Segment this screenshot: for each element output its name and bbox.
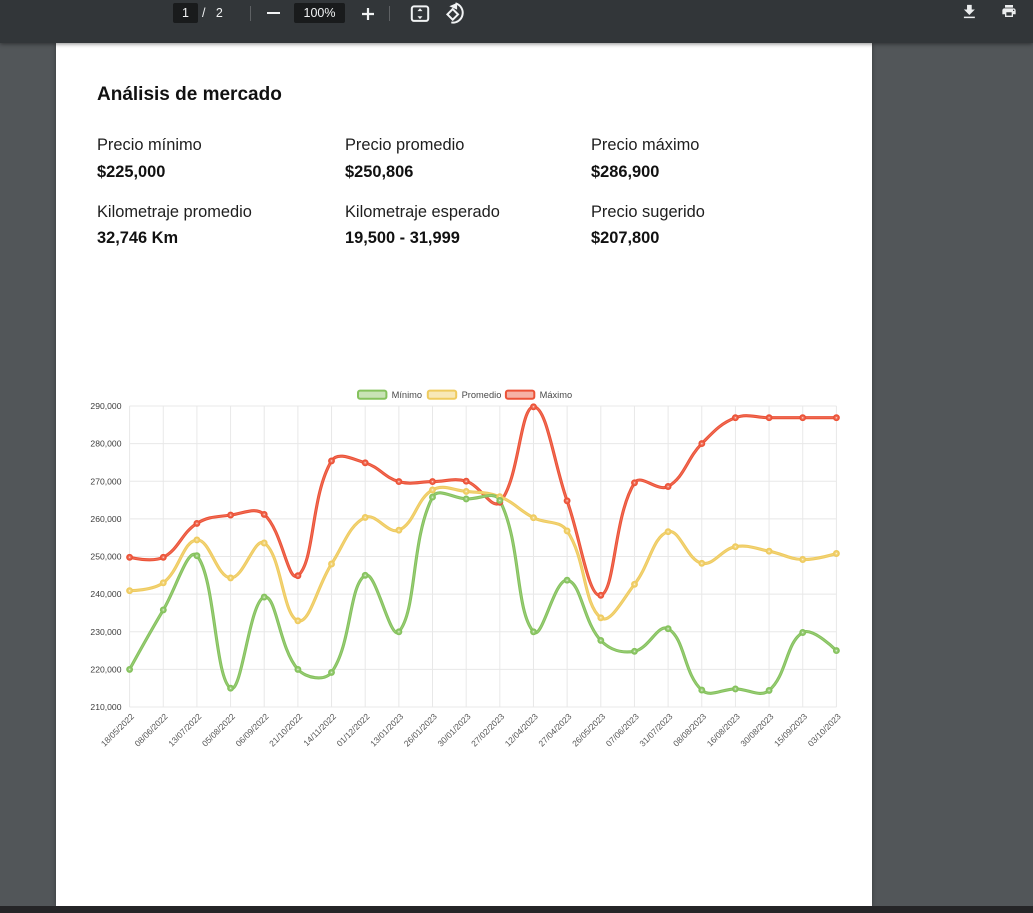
svg-text:16/08/2023: 16/08/2023 xyxy=(705,711,742,748)
svg-text:Máximo: Máximo xyxy=(540,390,573,400)
svg-text:220,000: 220,000 xyxy=(90,664,121,674)
svg-text:13/01/2023: 13/01/2023 xyxy=(368,711,405,748)
svg-text:08/08/2023: 08/08/2023 xyxy=(671,711,708,748)
svg-text:21/10/2022: 21/10/2022 xyxy=(267,711,304,748)
svg-text:260,000: 260,000 xyxy=(90,514,121,524)
svg-text:290,000: 290,000 xyxy=(90,401,121,411)
svg-text:240,000: 240,000 xyxy=(90,589,121,599)
svg-text:26/05/2023: 26/05/2023 xyxy=(570,711,607,748)
svg-text:15/09/2023: 15/09/2023 xyxy=(772,711,809,748)
svg-text:27/04/2023: 27/04/2023 xyxy=(536,711,573,748)
svg-text:Promedio: Promedio xyxy=(462,390,502,400)
svg-text:07/06/2023: 07/06/2023 xyxy=(604,711,641,748)
svg-text:27/02/2023: 27/02/2023 xyxy=(469,711,506,748)
svg-text:18/05/2022: 18/05/2022 xyxy=(99,711,136,748)
svg-text:01/12/2022: 01/12/2022 xyxy=(334,711,371,748)
svg-text:08/06/2022: 08/06/2022 xyxy=(133,711,170,748)
svg-text:03/10/2023: 03/10/2023 xyxy=(806,711,843,748)
svg-text:12/04/2023: 12/04/2023 xyxy=(503,711,540,748)
svg-text:30/08/2023: 30/08/2023 xyxy=(738,711,775,748)
svg-text:Mínimo: Mínimo xyxy=(392,390,422,400)
svg-text:270,000: 270,000 xyxy=(90,476,121,486)
svg-text:250,000: 250,000 xyxy=(90,552,121,562)
svg-text:14/11/2022: 14/11/2022 xyxy=(301,711,338,748)
svg-text:30/01/2023: 30/01/2023 xyxy=(435,711,472,748)
svg-text:230,000: 230,000 xyxy=(90,627,121,637)
svg-text:06/09/2022: 06/09/2022 xyxy=(233,711,270,748)
svg-text:26/01/2023: 26/01/2023 xyxy=(402,711,439,748)
svg-text:31/07/2023: 31/07/2023 xyxy=(637,711,674,748)
svg-text:05/08/2022: 05/08/2022 xyxy=(200,711,237,748)
svg-text:13/07/2022: 13/07/2022 xyxy=(166,711,203,748)
svg-text:280,000: 280,000 xyxy=(90,439,121,449)
svg-text:210,000: 210,000 xyxy=(90,702,121,712)
